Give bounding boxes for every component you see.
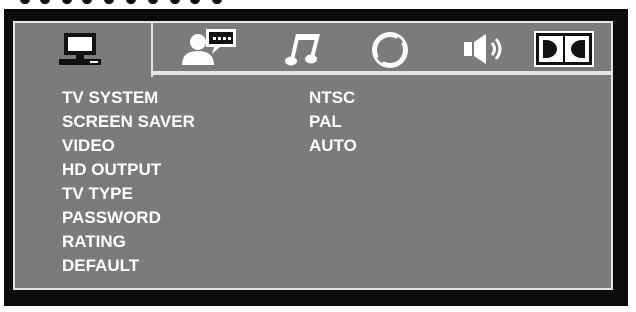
- volume-icon[interactable]: [462, 31, 514, 67]
- menu-item-video[interactable]: VIDEO: [62, 134, 195, 158]
- option-ntsc[interactable]: NTSC: [309, 86, 357, 110]
- menu-item-screen-saver[interactable]: SCREEN SAVER: [62, 110, 195, 134]
- menu-item-hd-output[interactable]: HD OUTPUT: [62, 158, 195, 182]
- menu-item-default[interactable]: DEFAULT: [62, 254, 195, 278]
- active-tab-seam: [15, 73, 151, 77]
- menu-item-tv-type[interactable]: TV TYPE: [62, 182, 195, 206]
- setup-menu-list: TV SYSTEM SCREEN SAVER VIDEO HD OUTPUT T…: [62, 86, 195, 278]
- speaker-chat-icon[interactable]: [176, 27, 240, 69]
- menu-item-password[interactable]: PASSWORD: [62, 206, 195, 230]
- music-note-icon[interactable]: [284, 30, 324, 68]
- dolby-icon[interactable]: [534, 31, 594, 67]
- tab-underline: [151, 71, 613, 73]
- menu-item-tv-system[interactable]: TV SYSTEM: [62, 86, 195, 110]
- menu-item-rating[interactable]: RATING: [62, 230, 195, 254]
- option-auto[interactable]: AUTO: [309, 134, 357, 158]
- contrast-icon[interactable]: [370, 30, 410, 70]
- option-list: NTSC PAL AUTO: [309, 86, 357, 158]
- monitor-icon[interactable]: [56, 31, 116, 67]
- option-pal[interactable]: PAL: [309, 110, 357, 134]
- cropped-header-text: [0, 0, 236, 7]
